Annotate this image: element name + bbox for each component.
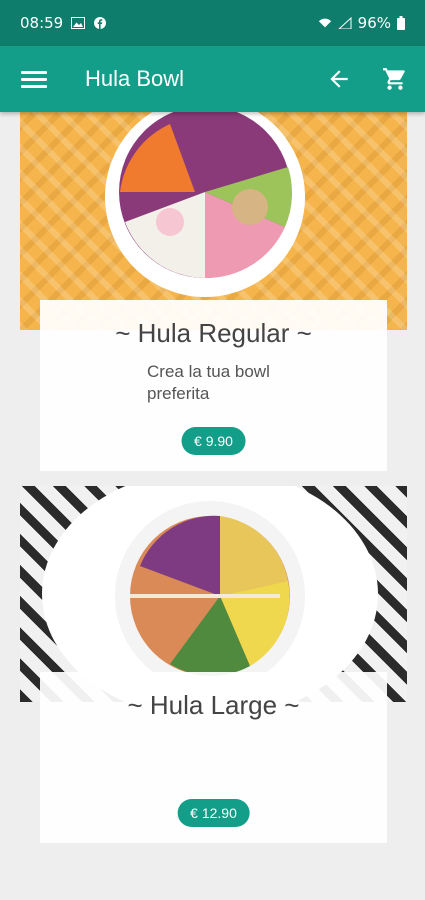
menu-icon-line xyxy=(21,70,47,74)
status-time: 08:59 xyxy=(20,14,64,32)
product-card[interactable]: ~ Hula Regular ~ Crea la tua bowl prefer… xyxy=(40,300,387,471)
signal-icon xyxy=(337,17,352,29)
gallery-icon xyxy=(71,17,86,29)
shopping-cart-icon[interactable] xyxy=(382,66,408,92)
product-image[interactable] xyxy=(20,112,407,330)
menu-icon-line xyxy=(21,77,47,81)
battery-icon xyxy=(397,16,405,30)
bowl-illustration xyxy=(105,112,305,297)
status-bar: 08:59 96% xyxy=(0,0,425,46)
battery-percent: 96% xyxy=(357,14,391,32)
menu-icon-line xyxy=(21,84,47,88)
product-name: ~ Hula Regular ~ xyxy=(115,318,312,348)
bowl-illustration xyxy=(42,486,378,702)
product-card[interactable]: ~ Hula Large ~ € 12.90 xyxy=(40,672,387,843)
price-badge[interactable]: € 9.90 xyxy=(181,427,246,455)
app-bar: Hula Bowl xyxy=(0,46,425,112)
product-name: ~ Hula Large ~ xyxy=(127,690,300,720)
menu-button[interactable] xyxy=(21,66,47,92)
wifi-icon xyxy=(318,18,331,28)
arrow-back-icon[interactable] xyxy=(326,66,352,92)
product-image[interactable] xyxy=(20,486,407,702)
product-description: Crea la tua bowl preferita xyxy=(147,362,270,403)
app-title: Hula Bowl xyxy=(85,66,185,91)
product-list: ~ Hula Regular ~ Crea la tua bowl prefer… xyxy=(0,112,425,900)
price-badge[interactable]: € 12.90 xyxy=(177,799,250,827)
facebook-icon xyxy=(94,17,107,29)
